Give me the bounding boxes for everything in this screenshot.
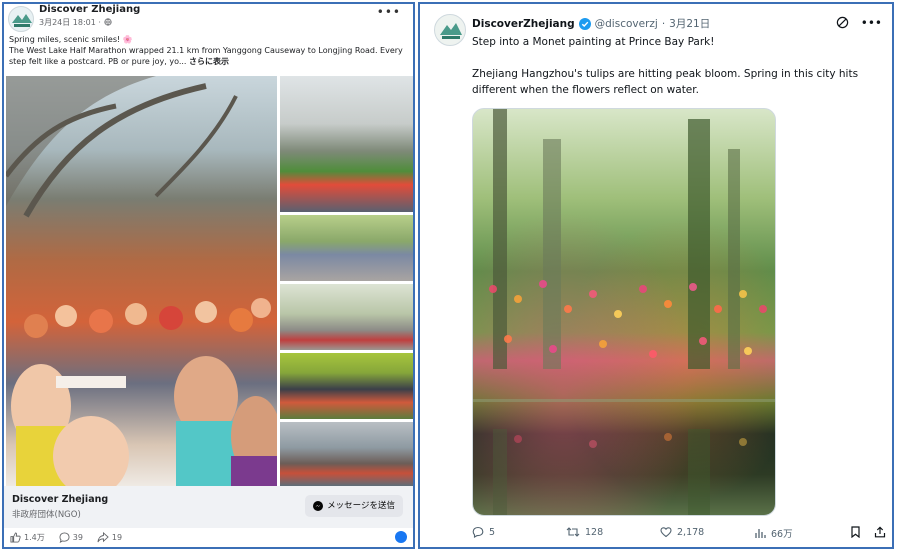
logo-mountain-icon (12, 14, 32, 27)
marathon-main-photo[interactable] (6, 76, 277, 486)
marathon-start-photo[interactable] (280, 76, 413, 212)
post-timestamp[interactable]: 3月24日 18:01 · (39, 17, 112, 28)
reply-icon (472, 526, 484, 538)
x-post: DiscoverZhejiang @discoverzj · 3月21日 •••… (418, 2, 894, 549)
post-text: Step into a Monet painting at Prince Bay… (472, 34, 882, 98)
page-avatar[interactable] (8, 6, 34, 32)
share-action[interactable]: 19 (97, 532, 122, 543)
post-date[interactable]: 3月21日 (669, 16, 710, 31)
grok-icon[interactable] (836, 16, 849, 29)
globe-icon (103, 18, 112, 26)
post-line: The West Lake Half Marathon wrapped 21.1… (9, 46, 403, 55)
send-message-button[interactable]: メッセージを送信 (305, 495, 403, 517)
repost-count: 128 (585, 526, 604, 538)
send-message-label: メッセージを送信 (327, 501, 395, 511)
account-avatar[interactable] (434, 14, 466, 46)
marathon-crowd-image (6, 76, 277, 486)
post-text-line: Step into a Monet painting at Prince Bay… (472, 36, 715, 48)
messenger-icon (313, 501, 324, 511)
more-options-icon[interactable]: ••• (861, 16, 882, 30)
reply-action[interactable]: 5 (472, 526, 495, 538)
post-line: step felt like a postcard. PB or pure jo… (9, 57, 187, 66)
view-count: 66万 (771, 529, 793, 540)
repost-icon (566, 527, 580, 537)
post-text-line: Zhejiang Hangzhou's tulips are hitting p… (472, 68, 859, 80)
bookmark-action[interactable] (850, 526, 861, 538)
logo-mountain-icon (440, 23, 462, 39)
facebook-post: Discover Zhejiang 3月24日 18:01 · ••• Spri… (2, 2, 415, 549)
views-action[interactable]: 66万 (754, 526, 793, 540)
comment-icon (59, 532, 70, 543)
bookmark-icon (851, 526, 860, 538)
timestamp-text: 3月24日 18:01 (39, 18, 96, 27)
account-handle[interactable]: @discoverzj (595, 18, 658, 30)
marathon-causeway-photo[interactable] (280, 284, 413, 350)
display-name[interactable]: DiscoverZhejiang (472, 18, 575, 30)
like-count: 2,178 (677, 526, 705, 538)
page-name[interactable]: Discover Zhejiang (39, 4, 140, 15)
like-count: 1.4万 (24, 533, 45, 542)
separator-dot: · (661, 17, 666, 30)
tulip-reflection-image (473, 109, 775, 515)
more-options-icon[interactable]: ••• (377, 5, 401, 19)
see-more-link[interactable]: さらに表示 (189, 57, 229, 66)
top-actions: ••• (836, 16, 882, 30)
comment-count: 39 (72, 533, 83, 542)
post-line: Spring miles, scenic smiles! 🌸 (9, 35, 133, 44)
page-profile-icon[interactable] (395, 531, 407, 543)
post-text-line: different when the flowers reflect on wa… (472, 84, 699, 96)
verified-badge-icon[interactable] (578, 17, 591, 30)
post-text: Spring miles, scenic smiles! 🌸 The West … (9, 34, 409, 67)
share-action[interactable] (874, 526, 886, 538)
marathon-lake-photo[interactable] (280, 422, 413, 486)
tulip-garden-photo[interactable] (472, 108, 776, 516)
share-icon (874, 526, 886, 538)
repost-action[interactable]: 128 (566, 526, 603, 538)
post-header: DiscoverZhejiang @discoverzj · 3月21日 (472, 16, 710, 31)
reaction-bar: 1.4万 39 19 (10, 532, 122, 543)
marathon-road-photo[interactable] (280, 215, 413, 281)
like-action[interactable]: 2,178 (660, 526, 704, 538)
marathon-aerial-photo[interactable] (280, 353, 413, 419)
heart-icon (660, 527, 672, 538)
page-info-bar: Discover Zhejiang 非政府団体(NGO) メッセージを送信 (4, 486, 413, 528)
reply-count: 5 (489, 526, 496, 538)
share-count: 19 (111, 533, 123, 542)
comment-action[interactable]: 39 (59, 532, 83, 543)
like-action[interactable]: 1.4万 (10, 532, 45, 543)
analytics-icon (755, 529, 766, 538)
share-icon (97, 532, 109, 543)
engagement-bar: 5 128 2,178 66万 (472, 526, 892, 542)
organization-name[interactable]: Discover Zhejiang (12, 494, 108, 505)
thumbs-up-icon (10, 532, 21, 543)
organization-type: 非政府団体(NGO) (12, 510, 81, 520)
